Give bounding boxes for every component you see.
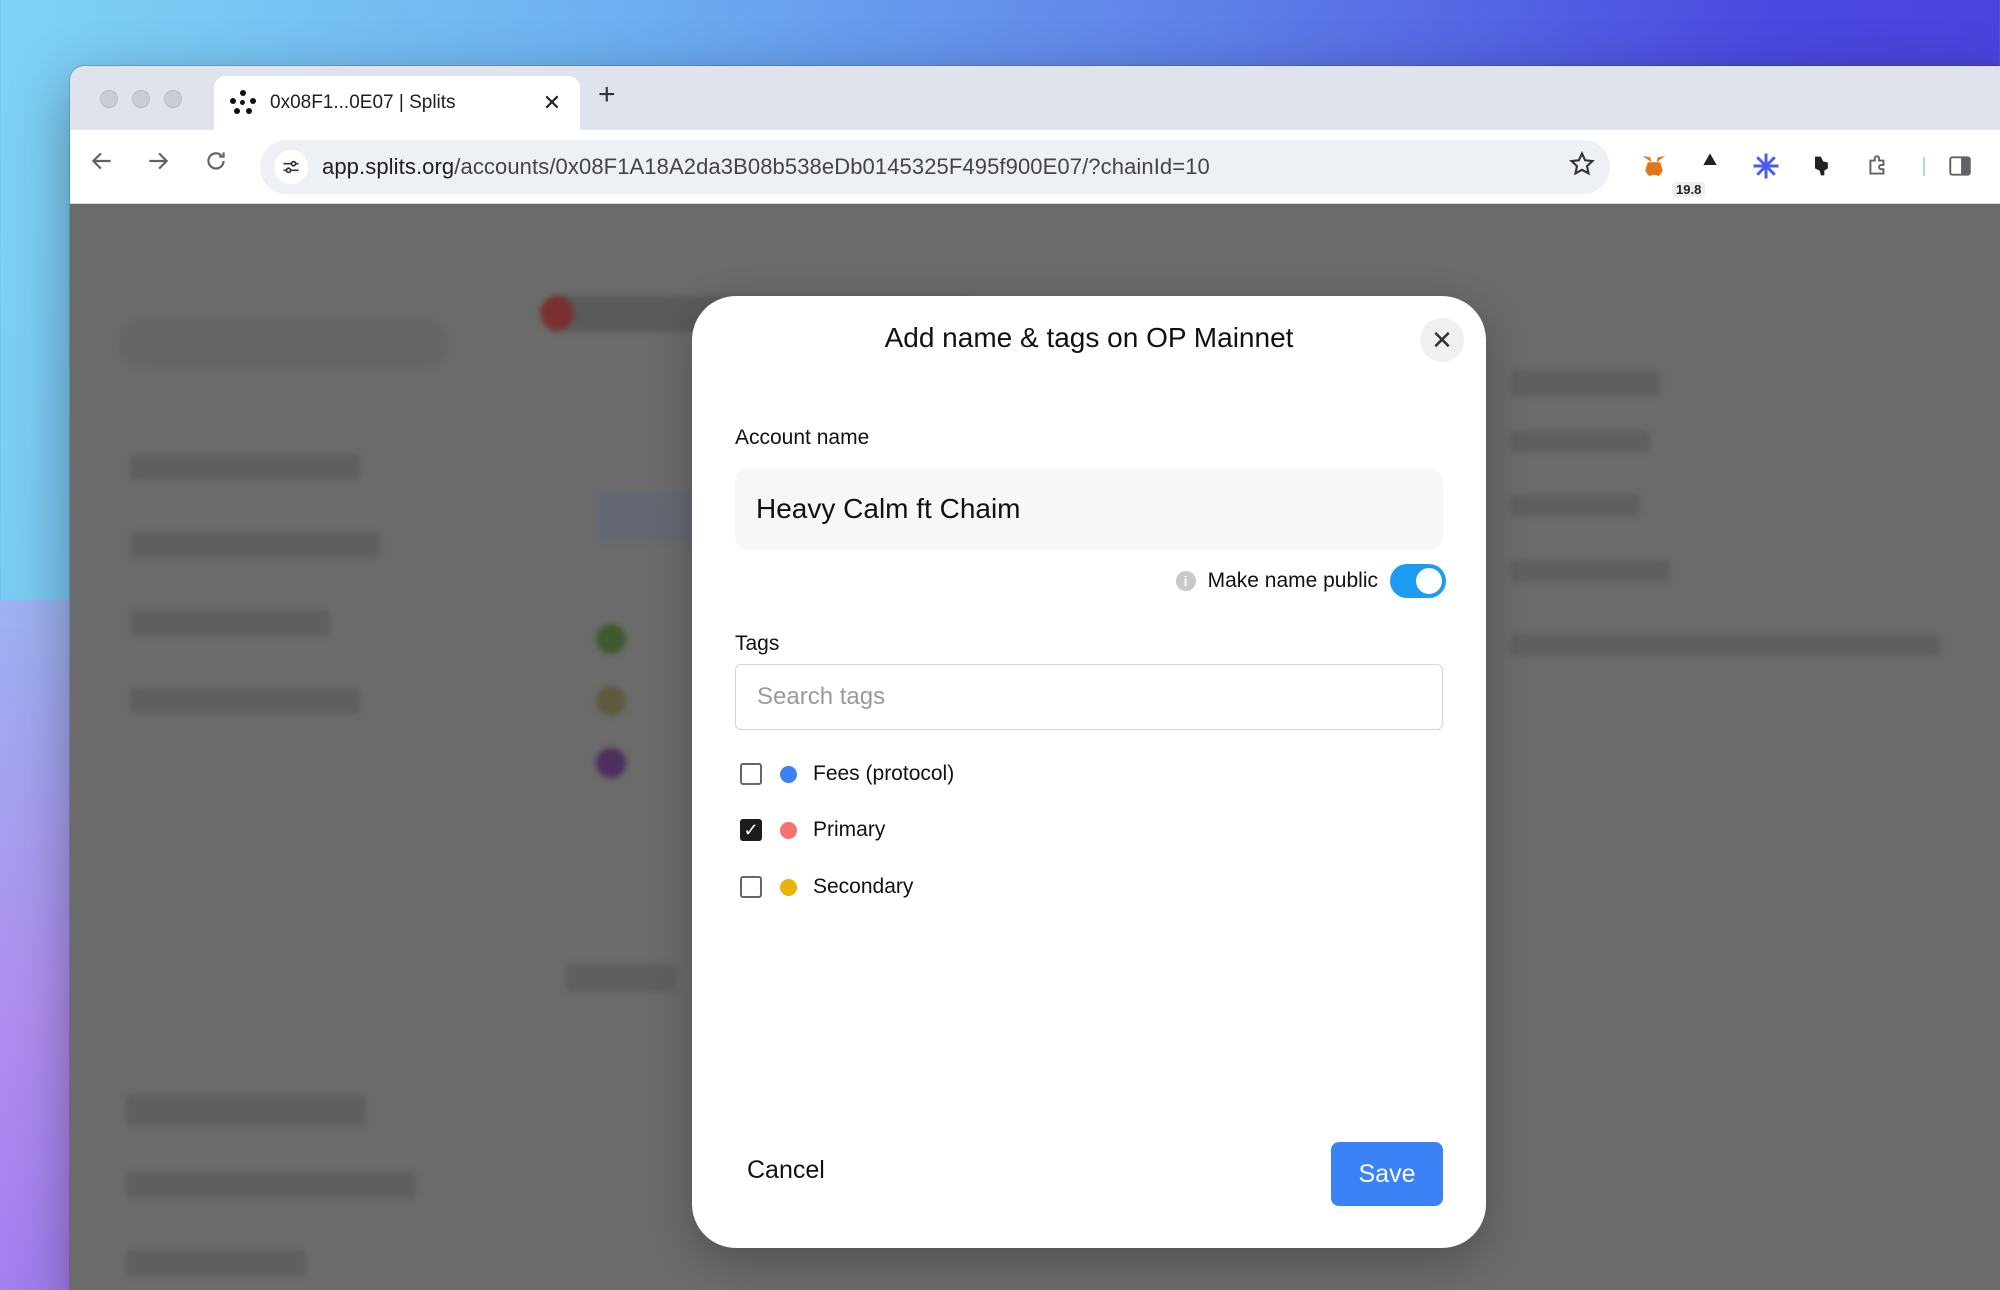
tab-close-icon[interactable]: ✕ [540, 90, 564, 116]
tag-row-secondary[interactable]: Secondary [740, 872, 913, 902]
blurred-row [1510, 494, 1640, 516]
blurred-total [1510, 370, 1660, 396]
blurred-email [126, 1172, 416, 1198]
close-icon[interactable]: ✕ [1420, 318, 1464, 362]
close-window-button[interactable] [100, 90, 118, 108]
extension-icon[interactable] [1802, 146, 1842, 186]
make-public-label: Make name public [1207, 569, 1378, 592]
new-tab-button[interactable]: + [598, 78, 616, 112]
desktop-background [0, 600, 70, 1290]
blurred-distributed [1510, 430, 1650, 452]
blurred-nav-item [130, 532, 380, 558]
search-tags-input[interactable] [735, 664, 1443, 730]
save-button[interactable]: Save [1331, 1142, 1443, 1206]
blurred-avatar [596, 624, 626, 654]
blurred-account [126, 1094, 366, 1126]
tab-splits[interactable]: 0x08F1...0E07 | Splits ✕ [214, 76, 580, 130]
forward-icon[interactable] [140, 148, 176, 181]
extension-badge: 19.8 [1672, 182, 1706, 197]
tag-color-dot [780, 765, 797, 783]
extension-icon[interactable] [1746, 146, 1786, 186]
address-bar[interactable]: app.splits.org/accounts/0x08F1A18A2da3B0… [260, 140, 1610, 194]
blurred-nav-item [130, 688, 360, 714]
blurred-avatar [596, 748, 626, 778]
make-public-row: i Make name public [1175, 564, 1446, 598]
extension-icon[interactable] [1690, 140, 1730, 180]
info-icon[interactable]: i [1175, 571, 1196, 591]
browser-toolbar: app.splits.org/accounts/0x08F1A18A2da3B0… [70, 130, 2000, 204]
blurred-chain-icon [540, 296, 574, 330]
account-name-label: Account name [735, 426, 870, 449]
modal-title: Add name & tags on OP Mainnet [884, 322, 1294, 353]
cancel-button[interactable]: Cancel [747, 1156, 825, 1185]
toggle-knob [1416, 568, 1442, 594]
blurred-row [1510, 560, 1670, 582]
blurred-search [118, 318, 448, 368]
tab-bar: 0x08F1...0E07 | Splits ✕ + [70, 66, 2000, 130]
tag-color-dot [780, 878, 797, 896]
minimize-window-button[interactable] [132, 90, 150, 108]
extensions-puzzle-icon[interactable] [1858, 146, 1898, 186]
url-path: /accounts/0x08F1A18A2da3B08b538eDb014532… [454, 154, 1210, 179]
blurred-row [1510, 634, 1940, 656]
site-settings-icon[interactable] [274, 150, 308, 184]
splits-logo-icon [230, 90, 256, 116]
tag-checkbox[interactable] [740, 876, 762, 898]
blurred-button [596, 494, 696, 542]
url-text: app.splits.org/accounts/0x08F1A18A2da3B0… [322, 154, 1568, 180]
tags-label: Tags [735, 632, 780, 655]
tag-label: Secondary [813, 875, 914, 898]
account-name-field[interactable]: Heavy Calm ft Chaim [735, 468, 1443, 550]
tag-checkbox[interactable] [740, 763, 762, 785]
back-icon[interactable] [84, 148, 120, 181]
tag-label: Fees (protocol) [813, 762, 955, 785]
tab-title: 0x08F1...0E07 | Splits [270, 92, 456, 113]
add-name-tags-modal: Add name & tags on OP Mainnet ✕ Account … [692, 296, 1486, 1248]
url-host: app.splits.org [322, 154, 455, 179]
side-panel-icon[interactable] [1940, 146, 1980, 186]
blurred-nav-item [130, 610, 330, 636]
blurred-support [126, 1250, 306, 1276]
tag-row-fees-protocol[interactable]: Fees (protocol) [740, 759, 954, 789]
toolbar-divider: | [1921, 154, 1927, 177]
tag-row-primary[interactable]: ✓ Primary [740, 815, 885, 845]
bookmark-star-icon[interactable] [1568, 150, 1596, 185]
make-public-toggle[interactable] [1390, 564, 1446, 598]
tag-color-dot [780, 821, 797, 839]
metamask-icon[interactable] [1634, 146, 1674, 186]
reload-icon[interactable] [198, 148, 234, 181]
zoom-window-button[interactable] [164, 90, 182, 108]
tag-label: Primary [813, 818, 886, 841]
tag-checkbox-checked[interactable]: ✓ [740, 819, 762, 841]
blurred-avatar [596, 686, 626, 716]
blurred-activity [566, 964, 676, 992]
blurred-nav-item [130, 454, 360, 480]
